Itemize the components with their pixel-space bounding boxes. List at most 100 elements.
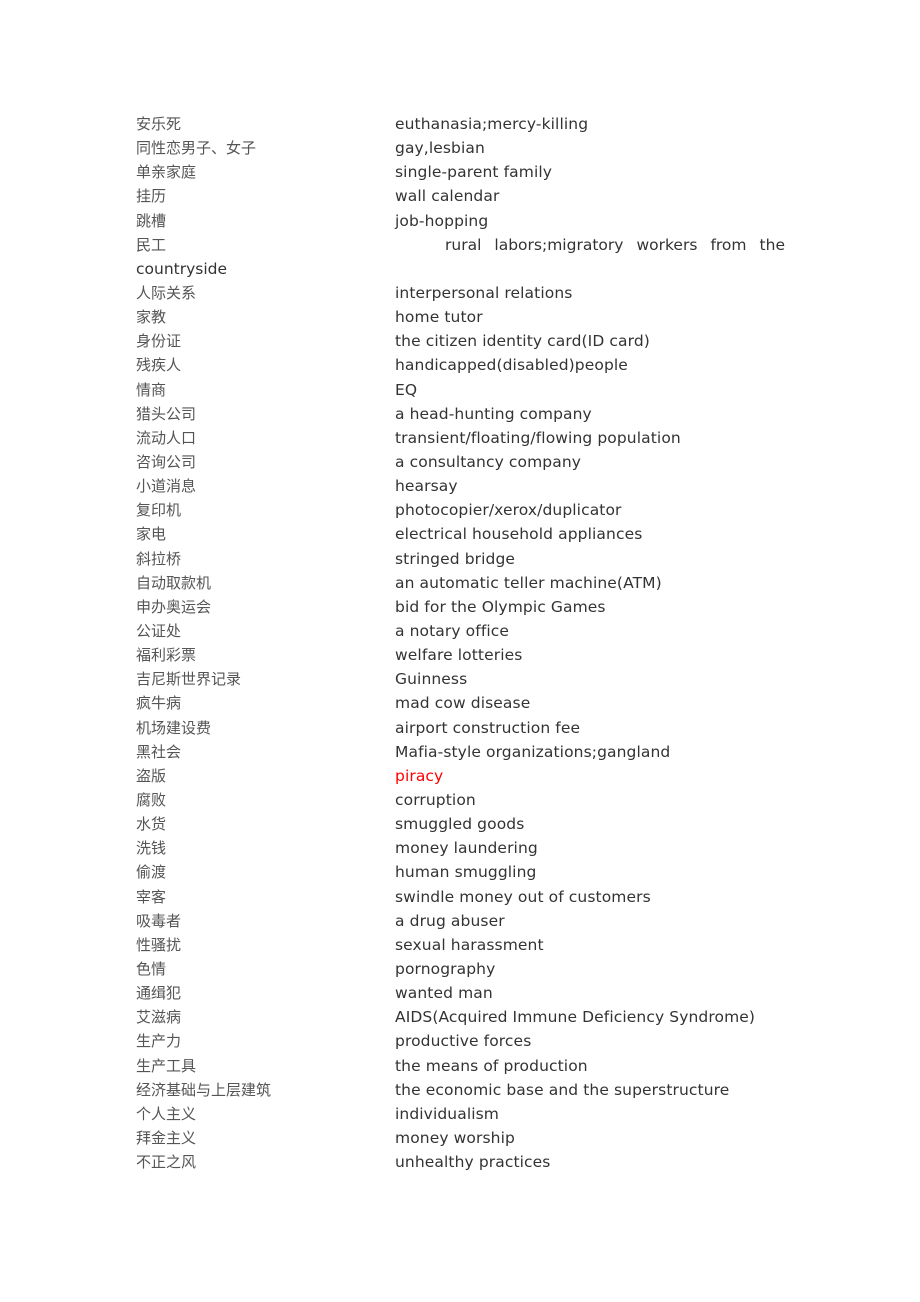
chinese-term: 艾滋病 xyxy=(136,1008,182,1027)
chinese-term: 生产工具 xyxy=(136,1056,197,1075)
glossary-entry: 性骚扰 sexual harassment xyxy=(136,933,786,957)
glossary-entry: 家教 home tutor xyxy=(136,305,786,329)
chinese-term: 色情 xyxy=(136,959,167,978)
glossary-entry: 疯牛病 mad cow disease xyxy=(136,691,786,715)
glossary-entry: 不正之风 unhealthy practices xyxy=(136,1150,786,1174)
chinese-term: 性骚扰 xyxy=(136,935,182,954)
chinese-term: 情商 xyxy=(136,380,167,399)
english-translation: the means of production xyxy=(395,1056,588,1075)
english-translation: single-parent family xyxy=(395,163,553,182)
chinese-term: 自动取款机 xyxy=(136,573,212,592)
glossary-entry: 人际关系 interpersonal relations xyxy=(136,281,786,305)
glossary-entry: 色情 pornography xyxy=(136,957,786,981)
glossary-entry: 流动人口 transient/floating/flowing populatio… xyxy=(136,426,786,450)
glossary-entry: 腐败 corruption xyxy=(136,788,786,812)
glossary-entry: 吉尼斯世界记录 Guinness xyxy=(136,667,786,691)
chinese-term: 流动人口 xyxy=(136,428,197,447)
chinese-term: 申办奥运会 xyxy=(136,597,212,616)
chinese-term: 通缉犯 xyxy=(136,984,182,1003)
glossary-entry: 身份证 the citizen identity card(ID card) xyxy=(136,329,786,353)
chinese-term: 经济基础与上层建筑 xyxy=(136,1080,272,1099)
english-translation: a drug abuser xyxy=(395,911,505,930)
chinese-term: 拜金主义 xyxy=(136,1128,197,1147)
english-translation: electrical household appliances xyxy=(395,525,643,544)
chinese-term: 同性恋男子、女子 xyxy=(136,139,257,158)
chinese-term: 腐败 xyxy=(136,790,167,809)
english-translation: an automatic teller machine(ATM) xyxy=(395,573,662,592)
glossary-entry: 复印机 photocopier/xerox/duplicator xyxy=(136,498,786,522)
glossary-entry: 宰客 swindle money out of customers xyxy=(136,885,786,909)
chinese-term: 洗钱 xyxy=(136,839,167,858)
english-translation: stringed bridge xyxy=(395,549,516,568)
english-translation: photocopier/xerox/duplicator xyxy=(395,501,622,520)
glossary-entry: 安乐死 euthanasia;mercy-killing xyxy=(136,112,786,136)
chinese-term: 机场建设费 xyxy=(136,718,212,737)
english-translation: unhealthy practices xyxy=(395,1153,551,1172)
chinese-term: 福利彩票 xyxy=(136,646,197,665)
english-translation: airport construction fee xyxy=(395,718,581,737)
glossary-entry: 水货 smuggled goods xyxy=(136,812,786,836)
glossary-entry: 家电 electrical household appliances xyxy=(136,522,786,546)
english-translation: welfare lotteries xyxy=(395,646,523,665)
glossary-entry: 生产力 productive forces xyxy=(136,1029,786,1053)
english-translation-highlighted: piracy xyxy=(395,766,444,785)
english-translation: wanted man xyxy=(395,984,493,1003)
glossary-entry: 盗版 piracy xyxy=(136,764,786,788)
glossary-entry: 经济基础与上层建筑 the economic base and the super… xyxy=(136,1078,786,1102)
glossary-entry: 单亲家庭 single-parent family xyxy=(136,160,786,184)
chinese-term: 单亲家庭 xyxy=(136,163,197,182)
chinese-term: 生产力 xyxy=(136,1032,182,1051)
glossary-entry: 艾滋病 AIDS(Acquired Immune Deficiency Syndr… xyxy=(136,1005,786,1029)
chinese-term: 盗版 xyxy=(136,766,167,785)
glossary-entry: 残疾人 handicapped(disabled)people xyxy=(136,353,786,377)
english-translation: productive forces xyxy=(395,1032,532,1051)
glossary-entry: 偷渡 human smuggling xyxy=(136,860,786,884)
glossary-entry: 斜拉桥 stringed bridge xyxy=(136,547,786,571)
chinese-term: 疯牛病 xyxy=(136,694,182,713)
glossary-entry: 猎头公司 a head-hunting company xyxy=(136,402,786,426)
chinese-term: 小道消息 xyxy=(136,477,197,496)
chinese-term: 家教 xyxy=(136,308,167,327)
glossary-entry: 民工 rural labors;migratory workers from th… xyxy=(136,233,786,281)
document-page: 安乐死 euthanasia;mercy-killing 同性恋男子、女子 gay,l… xyxy=(0,0,920,1302)
glossary-entry: 同性恋男子、女子 gay,lesbian xyxy=(136,136,786,160)
glossary-entry: 生产工具 the means of production xyxy=(136,1054,786,1078)
chinese-term: 民工 xyxy=(136,235,167,254)
english-translation: a head-hunting company xyxy=(395,404,592,423)
english-translation: AIDS(Acquired Immune Deficiency Syndrome… xyxy=(395,1008,756,1027)
english-translation: EQ xyxy=(395,380,418,399)
chinese-term: 安乐死 xyxy=(136,115,182,133)
chinese-term: 猎头公司 xyxy=(136,404,197,423)
english-translation: job-hopping xyxy=(395,211,489,230)
chinese-term: 黑社会 xyxy=(136,742,182,761)
english-translation: transient/floating/flowing population xyxy=(395,428,681,447)
english-translation: a notary office xyxy=(395,621,510,640)
english-translation: Guinness xyxy=(395,670,468,689)
glossary-entry: 拜金主义 money worship xyxy=(136,1126,786,1150)
english-translation: money laundering xyxy=(395,839,538,858)
chinese-term: 吸毒者 xyxy=(136,911,182,930)
english-translation: swindle money out of customers xyxy=(395,887,651,906)
chinese-term: 复印机 xyxy=(136,501,182,520)
glossary-entry: 小道消息 hearsay xyxy=(136,474,786,498)
english-translation: gay,lesbian xyxy=(395,139,485,158)
glossary-entry: 自动取款机 an automatic teller machine(ATM) xyxy=(136,571,786,595)
glossary-entry: 黑社会 Mafia-style organizations;gangland xyxy=(136,740,786,764)
english-translation: a consultancy company xyxy=(395,452,582,471)
chinese-term: 身份证 xyxy=(136,332,182,351)
glossary-entry: 福利彩票 welfare lotteries xyxy=(136,643,786,667)
english-translation: mad cow disease xyxy=(395,694,531,713)
glossary-list: 安乐死 euthanasia;mercy-killing 同性恋男子、女子 gay,l… xyxy=(136,112,786,1174)
english-translation: euthanasia;mercy-killing xyxy=(395,115,589,133)
chinese-term: 咨询公司 xyxy=(136,452,197,471)
english-translation: smuggled goods xyxy=(395,815,525,834)
english-translation: the citizen identity card(ID card) xyxy=(395,332,650,351)
chinese-term: 斜拉桥 xyxy=(136,549,182,568)
chinese-term: 家电 xyxy=(136,525,167,544)
chinese-term: 不正之风 xyxy=(136,1153,197,1172)
chinese-term: 个人主义 xyxy=(136,1104,197,1123)
english-translation: wall calendar xyxy=(395,187,500,206)
english-translation: corruption xyxy=(395,790,476,809)
chinese-term: 吉尼斯世界记录 xyxy=(136,670,242,689)
chinese-term: 人际关系 xyxy=(136,284,197,302)
